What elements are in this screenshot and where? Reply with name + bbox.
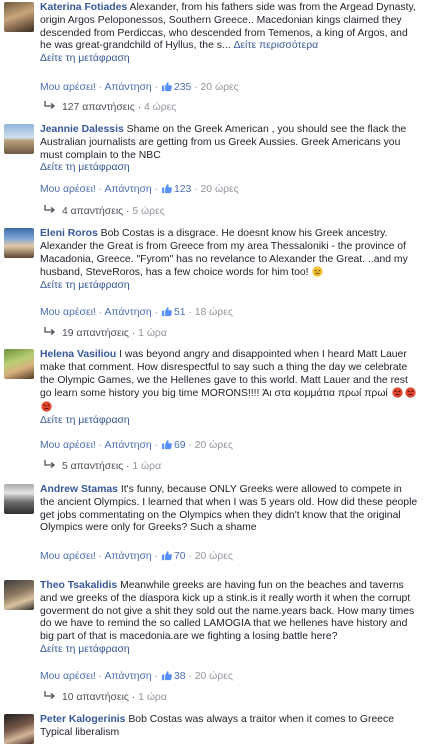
comment-time[interactable]: 18 ώρες bbox=[195, 307, 233, 318]
replies-time: 4 ώρες bbox=[143, 102, 177, 113]
reply-button[interactable]: Απάντηση bbox=[104, 307, 151, 318]
comment-time[interactable]: 20 ώρες bbox=[201, 184, 239, 195]
avatar[interactable] bbox=[4, 580, 34, 610]
comment-body: Helena Vasiliou I was beyond angry and d… bbox=[40, 349, 418, 428]
comment-author[interactable]: Eleni Roros bbox=[40, 228, 98, 239]
reply-arrow-icon bbox=[44, 460, 56, 468]
angry-emoji-icon bbox=[405, 387, 416, 399]
reply-button[interactable]: Απάντηση bbox=[104, 82, 151, 93]
like-count[interactable]: 123 bbox=[174, 184, 191, 195]
avatar[interactable] bbox=[4, 124, 34, 154]
comment-body: Andrew Stamas It's funny, because ONLY G… bbox=[40, 484, 418, 535]
avatar[interactable] bbox=[4, 714, 34, 744]
comment-actions: Μου αρέσει! · Απάντηση · 70 · 20 ώρες bbox=[40, 551, 233, 562]
like-count[interactable]: 235 bbox=[174, 82, 191, 93]
like-thumb-icon bbox=[161, 440, 172, 450]
comment-body: Peter Kalogerinis Bob Costas was always … bbox=[40, 714, 418, 740]
comment-time[interactable]: 20 ώρες bbox=[201, 82, 239, 93]
replies-link[interactable]: 5 απαντήσεις · 1 ώρα bbox=[44, 460, 161, 472]
reply-button[interactable]: Απάντηση bbox=[104, 184, 151, 195]
translate-link[interactable]: Δείτε τη μετάφραση bbox=[40, 415, 418, 428]
reply-arrow-icon bbox=[44, 691, 56, 699]
like-thumb-icon bbox=[161, 82, 172, 92]
replies-link[interactable]: 4 απαντήσεις · 5 ώρες bbox=[44, 205, 165, 217]
comment-body: Katerina Fotiades Alexander, from his fa… bbox=[40, 2, 418, 66]
see-more-link[interactable]: Δείτε περισσότερα bbox=[233, 40, 318, 51]
reply-arrow-icon bbox=[44, 101, 56, 109]
angry-emoji-icon bbox=[392, 387, 403, 399]
replies-time: 1 ώρα bbox=[138, 328, 167, 339]
comment-actions: Μου αρέσει! · Απάντηση · 235 · 20 ώρες bbox=[40, 82, 239, 93]
reply-arrow-icon bbox=[44, 327, 56, 335]
like-count[interactable]: 51 bbox=[174, 307, 186, 318]
replies-count[interactable]: 5 απαντήσεις bbox=[62, 461, 123, 472]
like-thumb-icon bbox=[161, 307, 172, 317]
like-button[interactable]: Μου αρέσει! bbox=[40, 440, 96, 451]
reply-button[interactable]: Απάντηση bbox=[104, 671, 151, 682]
comment-time[interactable]: 20 ώρες bbox=[195, 440, 233, 451]
reply-arrow-icon bbox=[44, 205, 56, 213]
angry-emoji-icon bbox=[41, 401, 52, 412]
replies-link[interactable]: 19 απαντήσεις · 1 ώρα bbox=[44, 327, 167, 339]
replies-time: 1 ώρα bbox=[138, 692, 167, 703]
comment-time[interactable]: 20 ώρες bbox=[195, 671, 233, 682]
translate-link[interactable]: Δείτε τη μετάφραση bbox=[40, 53, 418, 66]
comment-time[interactable]: 20 ώρες bbox=[195, 551, 233, 562]
comment-actions: Μου αρέσει! · Απάντηση · 38 · 20 ώρες bbox=[40, 671, 233, 682]
comment-body: Theo Tsakalidis Meanwhile greeks are hav… bbox=[40, 580, 418, 657]
comment-author[interactable]: Peter Kalogerinis bbox=[40, 714, 125, 725]
avatar[interactable] bbox=[4, 228, 34, 258]
like-count[interactable]: 69 bbox=[174, 440, 186, 451]
angry-emoji-icon bbox=[312, 266, 324, 278]
like-button[interactable]: Μου αρέσει! bbox=[40, 184, 96, 195]
comment-body: Eleni Roros Bob Costas is a disgrace. He… bbox=[40, 228, 418, 293]
like-thumb-icon bbox=[161, 551, 172, 561]
avatar[interactable] bbox=[4, 484, 34, 514]
comment-author[interactable]: Jeannie Dalessis bbox=[40, 124, 124, 135]
avatar[interactable] bbox=[4, 349, 34, 379]
comment-actions: Μου αρέσει! · Απάντηση · 51 · 18 ώρες bbox=[40, 307, 233, 318]
replies-count[interactable]: 19 απαντήσεις bbox=[62, 328, 129, 339]
comment-author[interactable]: Katerina Fotiades bbox=[40, 2, 127, 13]
reply-button[interactable]: Απάντηση bbox=[104, 551, 151, 562]
replies-link[interactable]: 127 απαντήσεις · 4 ώρες bbox=[44, 101, 176, 113]
translate-link[interactable]: Δείτε τη μετάφραση bbox=[40, 162, 418, 175]
reply-button[interactable]: Απάντηση bbox=[104, 440, 151, 451]
translate-link[interactable]: Δείτε τη μετάφραση bbox=[40, 644, 418, 657]
like-button[interactable]: Μου αρέσει! bbox=[40, 671, 96, 682]
replies-count[interactable]: 10 απαντήσεις bbox=[62, 692, 129, 703]
comment-body: Jeannie Dalessis Shame on the Greek Amer… bbox=[40, 124, 418, 175]
comment-actions: Μου αρέσει! · Απάντηση · 69 · 20 ώρες bbox=[40, 440, 233, 451]
like-thumb-icon bbox=[161, 671, 172, 681]
like-count[interactable]: 70 bbox=[174, 551, 186, 562]
avatar[interactable] bbox=[4, 2, 34, 32]
translate-link[interactable]: Δείτε τη μετάφραση bbox=[40, 280, 418, 293]
like-thumb-icon bbox=[161, 184, 172, 194]
like-button[interactable]: Μου αρέσει! bbox=[40, 551, 96, 562]
replies-time: 5 ώρες bbox=[132, 206, 165, 217]
replies-count[interactable]: 127 απαντήσεις bbox=[62, 102, 135, 113]
comment-actions: Μου αρέσει! · Απάντηση · 123 · 20 ώρες bbox=[40, 184, 239, 195]
comment-author[interactable]: Helena Vasiliou bbox=[40, 349, 116, 360]
comment-author[interactable]: Andrew Stamas bbox=[40, 484, 118, 495]
comment-author[interactable]: Theo Tsakalidis bbox=[40, 580, 117, 591]
like-count[interactable]: 38 bbox=[174, 671, 186, 682]
like-button[interactable]: Μου αρέσει! bbox=[40, 82, 96, 93]
replies-link[interactable]: 10 απαντήσεις · 1 ώρα bbox=[44, 691, 167, 703]
like-button[interactable]: Μου αρέσει! bbox=[40, 307, 96, 318]
replies-time: 1 ώρα bbox=[132, 461, 162, 472]
replies-count[interactable]: 4 απαντήσεις bbox=[62, 206, 123, 217]
